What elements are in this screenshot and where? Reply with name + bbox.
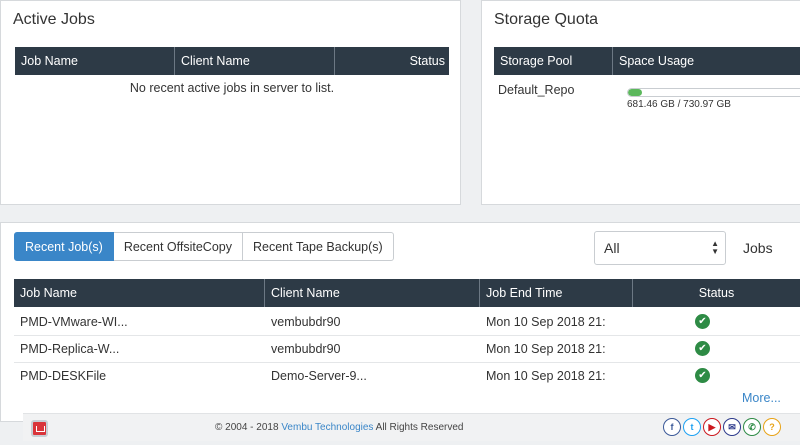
youtube-icon[interactable]: ▶ [703, 418, 721, 436]
tab-recent-tape-backups[interactable]: Recent Tape Backup(s) [242, 232, 394, 261]
email-icon[interactable]: ✉ [723, 418, 741, 436]
jobs-filter-label: Jobs [743, 240, 773, 256]
client-name-cell: vembubdr90 [271, 314, 341, 329]
social-links: f t ▶ ✉ ✆? [663, 418, 781, 436]
job-name-cell: PMD-DESKFile [20, 368, 107, 383]
home-logo-icon[interactable] [31, 420, 48, 437]
copyright-suffix: All Rights Reserved [375, 422, 464, 433]
check-circle-icon: ✔ [695, 368, 710, 383]
empty-jobs-message: No recent active jobs in server to list. [129, 81, 335, 95]
storage-quota-title: Storage Quota [494, 11, 599, 28]
column-job-name[interactable]: Job Name [15, 47, 175, 75]
job-filter-value: All [604, 240, 620, 256]
column-status[interactable]: Status [633, 279, 800, 307]
client-name-cell: vembubdr90 [271, 341, 341, 356]
company-link[interactable]: Vembu Technologies [281, 422, 373, 433]
status-cell: ✔ [605, 314, 800, 329]
active-jobs-title: Active Jobs [13, 11, 95, 28]
job-end-time-cell: Mon 10 Sep 2018 21:0:3 [486, 314, 605, 329]
recent-jobs-header: Job Name Client Name Job End Time Status [14, 279, 800, 307]
tab-recent-jobs[interactable]: Recent Job(s) [14, 232, 114, 261]
footer: © 2004 - 2018 Vembu Technologies All Rig… [23, 413, 800, 441]
tab-recent-offsite-copy[interactable]: Recent OffsiteCopy [113, 232, 243, 261]
active-jobs-panel: Active Jobs Job Name Client Name Status … [0, 0, 461, 205]
storage-quota-panel: Storage Quota Storage Pool Space Usage D… [481, 0, 800, 205]
client-name-cell: Demo-Server-9... [271, 368, 367, 383]
column-job-name[interactable]: Job Name [14, 279, 265, 307]
space-usage-bar [627, 88, 800, 97]
select-arrows-icon: ▲ ▼ [711, 239, 719, 256]
column-status[interactable]: Status [335, 47, 449, 75]
table-row[interactable]: PMD-DESKFile Demo-Server-9... Mon 10 Sep… [14, 362, 800, 389]
space-usage-text: 681.46 GB / 730.97 GB [627, 99, 731, 110]
table-row[interactable]: PMD-VMware-WI... vembubdr90 Mon 10 Sep 2… [14, 308, 800, 335]
column-client-name[interactable]: Client Name [175, 47, 335, 75]
table-row[interactable]: PMD-Replica-W... vembubdr90 Mon 10 Sep 2… [14, 335, 800, 362]
job-end-time-cell: Mon 10 Sep 2018 21:0 0:0 [486, 368, 605, 383]
copyright-text: © 2004 - 2018 Vembu Technologies All Rig… [215, 422, 463, 433]
copyright-prefix: © 2004 - 2018 [215, 422, 279, 433]
space-usage-fill [628, 89, 643, 96]
status-cell: ✔ [605, 368, 800, 383]
column-space-usage[interactable]: Space Usage [613, 47, 800, 75]
phone-icon[interactable]: ✆ [743, 418, 761, 436]
check-circle-icon: ✔ [695, 314, 710, 329]
column-job-end-time[interactable]: Job End Time [480, 279, 633, 307]
recent-tabs: Recent Job(s) Recent OffsiteCopy Recent … [14, 232, 394, 261]
storage-pool-name: Default_Repo [498, 83, 575, 97]
status-cell: ✔ [605, 341, 800, 356]
twitter-icon[interactable]: t [683, 418, 701, 436]
column-storage-pool[interactable]: Storage Pool [494, 47, 613, 75]
help-icon[interactable]: ? [763, 418, 781, 436]
job-filter-select[interactable]: All ▲ ▼ [594, 231, 726, 265]
active-jobs-header: Job Name Client Name Status [15, 47, 449, 75]
storage-quota-header: Storage Pool Space Usage [494, 47, 800, 75]
check-circle-icon: ✔ [695, 341, 710, 356]
job-name-cell: PMD-Replica-W... [20, 341, 120, 356]
column-client-name[interactable]: Client Name [265, 279, 480, 307]
job-name-cell: PMD-VMware-WI... [20, 314, 128, 329]
more-link[interactable]: More... [742, 391, 781, 405]
facebook-icon[interactable]: f [663, 418, 681, 436]
job-end-time-cell: Mon 10 Sep 2018 21:0 1:1 [486, 341, 605, 356]
